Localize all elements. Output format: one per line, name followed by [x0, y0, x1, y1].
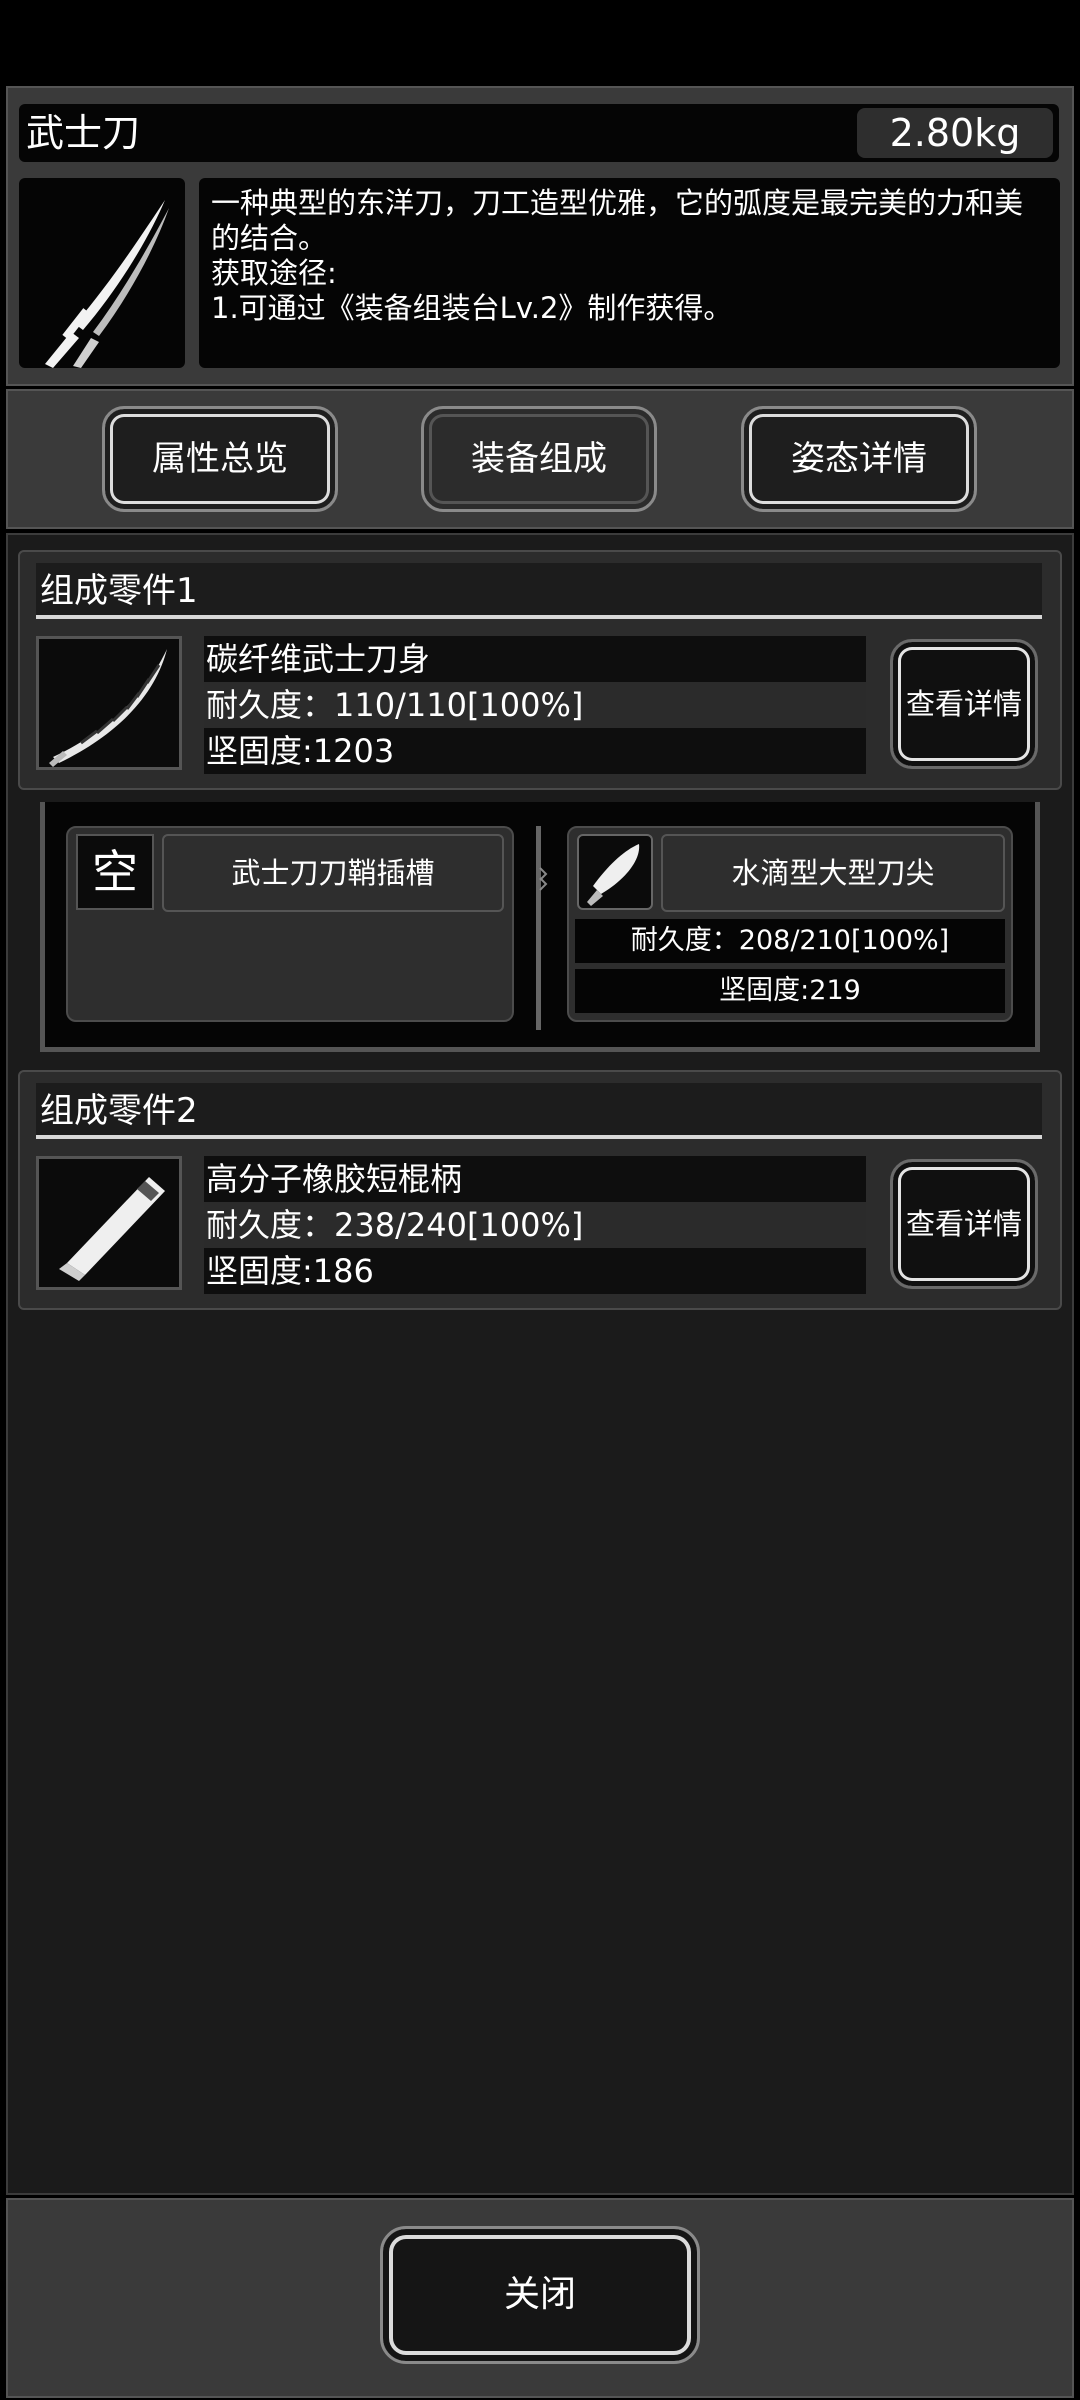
part-firmness-2: 坚固度:186	[204, 1248, 866, 1294]
empty-slot-icon: 空	[76, 834, 154, 910]
part-icon-2	[36, 1156, 182, 1290]
slot-blade-tip-name: 水滴型大型刀尖	[661, 834, 1005, 912]
description-line: 的结合。	[211, 221, 328, 255]
item-name: 武士刀	[26, 111, 141, 155]
description-line: 1.可通过《装备组装台Lv.2》制作获得。	[211, 291, 733, 325]
description-line: 获取途径:	[211, 256, 337, 290]
slot-scabbard-name: 武士刀刀鞘插槽	[162, 834, 504, 912]
tab-stance-details[interactable]: 姿态详情	[741, 406, 977, 512]
slot-blade-tip-firmness: 坚固度:219	[575, 969, 1005, 1013]
part-header-2: 组成零件2	[36, 1083, 1042, 1139]
part-durability-1: 耐久度：110/110[100%]	[204, 682, 866, 728]
item-icon-box	[19, 178, 185, 368]
slot-divider	[536, 826, 541, 1030]
part-firmness-1: 坚固度:1203	[204, 728, 866, 774]
part-header-1: 组成零件1	[36, 563, 1042, 619]
blade-tip-icon	[587, 844, 640, 906]
item-weight: 2.80kg	[857, 108, 1053, 158]
part-durability-2: 耐久度：238/240[100%]	[204, 1202, 866, 1248]
close-button[interactable]: 关闭	[380, 2226, 700, 2364]
blade-tip-icon-box	[577, 834, 653, 910]
blade-icon	[49, 649, 167, 767]
divider-notch-icon	[539, 867, 548, 891]
description-line: 一种典型的东洋刀，刀工造型优雅，它的弧度是最完美的力和美	[211, 186, 1024, 220]
slot-blade-tip-durability: 耐久度：208/210[100%]	[575, 919, 1005, 963]
part-icon-1	[36, 636, 182, 770]
part-name-2: 高分子橡胶短棍柄	[204, 1156, 866, 1202]
tab-equipment-composition[interactable]: 装备组成	[421, 406, 657, 512]
part-name-1: 碳纤维武士刀身	[204, 636, 866, 682]
katana-icon	[45, 200, 169, 368]
view-details-button-2[interactable]: 查看详情	[890, 1159, 1038, 1289]
item-description: 一种典型的东洋刀，刀工造型优雅，它的弧度是最完美的力和美 的结合。 获取途径: …	[199, 178, 1060, 368]
view-details-button-1[interactable]: 查看详情	[890, 639, 1038, 769]
handle-icon	[59, 1177, 165, 1281]
tab-attributes[interactable]: 属性总览	[102, 406, 338, 512]
